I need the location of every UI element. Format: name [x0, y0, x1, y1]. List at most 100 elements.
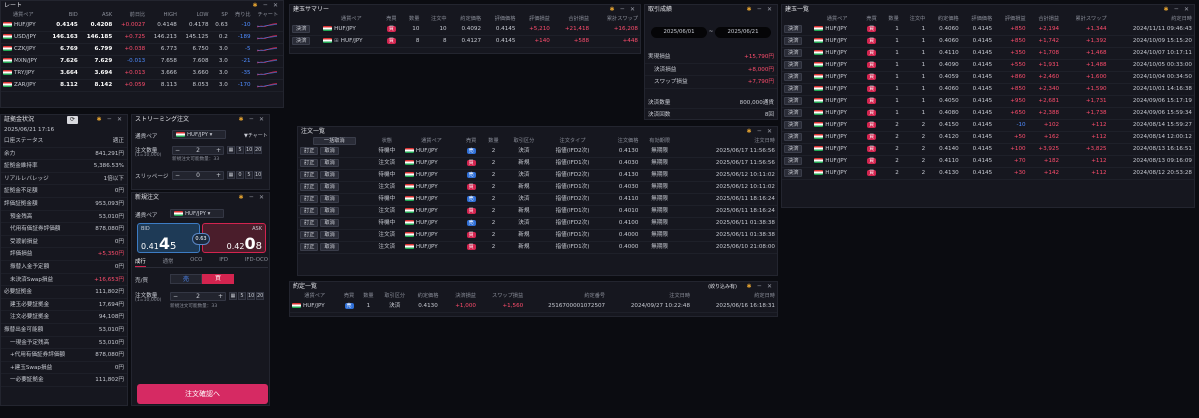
minus-icon[interactable]: − — [173, 172, 180, 180]
qty-input[interactable]: − 2 + — [170, 292, 226, 301]
bid-price[interactable]: 6.769 — [45, 43, 80, 56]
calculator-icon[interactable]: ▦ — [229, 292, 237, 300]
panel-controls[interactable]: ✱ ─ ✕ — [747, 282, 775, 292]
step-10[interactable]: 10 — [247, 292, 255, 300]
modify-button[interactable]: 訂正 — [300, 147, 319, 155]
cancel-button[interactable]: 取消 — [320, 159, 339, 167]
panel-controls[interactable]: ✱ ─ ✕ — [610, 5, 638, 15]
plus-icon[interactable]: + — [218, 293, 225, 301]
gear-icon[interactable]: ✱ — [610, 6, 617, 13]
qty-input[interactable]: − 2 + — [172, 146, 224, 155]
mini-chart-cell[interactable] — [252, 55, 283, 68]
cancel-button[interactable]: 取消 — [320, 183, 339, 191]
calculator-icon[interactable]: ▦ — [227, 146, 235, 154]
step-5[interactable]: 5 — [238, 292, 246, 300]
modify-button[interactable]: 訂正 — [300, 195, 319, 203]
rate-row[interactable]: HUF/JPY 0.4145 0.4208 +0.0027 0.4148 0.4178 0.… — [1, 20, 283, 32]
panel-controls[interactable]: ✱ ─ ✕ — [239, 115, 267, 125]
rate-row[interactable]: CZK/JPY 6.769 6.799 +0.038 6.773 6.750 3.0 -5 — [1, 43, 283, 56]
cancel-button[interactable]: 取消 — [320, 231, 339, 239]
mini-chart-cell[interactable] — [252, 31, 283, 44]
modify-button[interactable]: 訂正 — [300, 231, 319, 239]
bid-price[interactable]: 0.4145 — [45, 20, 80, 32]
cancel-button[interactable]: 取消 — [320, 243, 339, 251]
order-confirm-button[interactable]: 注文確認へ — [137, 384, 268, 404]
rate-row[interactable]: USD/JPY 146.163 146.185 +0.725 146.213 145.12… — [1, 31, 283, 44]
mini-chart-cell[interactable] — [252, 79, 283, 92]
ask-price[interactable]: 8.142 — [79, 79, 115, 92]
settle-button[interactable]: 決済 — [784, 157, 803, 165]
settle-button[interactable]: 決済 — [784, 133, 803, 141]
ask-price[interactable]: 7.629 — [79, 55, 115, 68]
cancel-button[interactable]: 取消 — [320, 147, 339, 155]
gear-icon[interactable]: ✱ — [747, 6, 754, 13]
ask-price[interactable]: 0.4208 — [79, 20, 115, 32]
step-10[interactable]: 10 — [254, 171, 262, 179]
step-10[interactable]: 10 — [245, 146, 253, 154]
date-to[interactable]: 2025/06/21 — [715, 27, 771, 38]
bid-button[interactable]: BID 0.4145 — [137, 223, 200, 253]
order-type-tab[interactable]: 成行 — [135, 257, 146, 267]
ask-button[interactable]: ASK 0.4208 — [202, 223, 266, 253]
calculator-icon[interactable]: ▦ — [227, 171, 235, 179]
settle-button[interactable]: 決済 — [784, 73, 803, 81]
pair-select[interactable]: HUF/JPY ▾ — [172, 130, 226, 139]
bulk-cancel-button[interactable]: 一括取消 — [312, 137, 356, 145]
panel-controls[interactable]: ✱ ─ ✕ — [1164, 5, 1192, 15]
settle-button[interactable]: 決済 — [784, 97, 803, 105]
ask-price[interactable]: 3.694 — [79, 67, 115, 80]
plus-icon[interactable]: + — [216, 172, 223, 180]
sell-toggle[interactable]: 売 — [170, 274, 202, 284]
settle-button[interactable]: 決済 — [784, 25, 803, 33]
settle-button[interactable]: 決済 — [784, 61, 803, 69]
settle-button[interactable]: 決済 — [784, 109, 803, 117]
bid-price[interactable]: 146.163 — [45, 31, 80, 44]
order-type-tab[interactable]: OCO — [190, 257, 202, 267]
mini-chart-cell[interactable] — [252, 20, 283, 32]
slippage-input[interactable]: − 0 + — [172, 171, 224, 180]
mini-chart-cell[interactable] — [252, 43, 283, 56]
settle-button[interactable]: 決済 — [784, 85, 803, 93]
panel-controls[interactable]: ✱ ─ ✕ — [239, 193, 267, 203]
modify-button[interactable]: 訂正 — [300, 219, 319, 227]
plus-icon[interactable]: + — [216, 147, 223, 155]
cancel-button[interactable]: 取消 — [320, 219, 339, 227]
step-5[interactable]: 5 — [236, 146, 244, 154]
cancel-button[interactable]: 取消 — [320, 171, 339, 179]
cancel-button[interactable]: 取消 — [320, 207, 339, 215]
ask-price[interactable]: 6.799 — [79, 43, 115, 56]
order-type-tab[interactable]: 通常 — [163, 257, 174, 267]
settle-button[interactable]: 決済 — [784, 37, 803, 45]
step-20[interactable]: 20 — [256, 292, 264, 300]
modify-button[interactable]: 訂正 — [300, 207, 319, 215]
gear-icon[interactable]: ✱ — [239, 116, 246, 123]
minus-icon[interactable]: − — [171, 293, 178, 301]
panel-controls[interactable]: ✱ ─ ✕ — [253, 1, 281, 11]
panel-controls[interactable]: ✱ ─ ✕ — [747, 127, 775, 137]
gear-icon[interactable]: ✱ — [239, 194, 246, 201]
cancel-button[interactable]: 取消 — [320, 195, 339, 203]
step-0[interactable]: 0 — [236, 171, 244, 179]
minus-icon[interactable]: − — [173, 147, 180, 155]
pair-select[interactable]: HUF/JPY ▾ — [170, 209, 224, 218]
modify-button[interactable]: 訂正 — [300, 159, 319, 167]
step-20[interactable]: 20 — [254, 146, 262, 154]
settle-button[interactable]: 決済 — [784, 121, 803, 129]
rate-row[interactable]: ZAR/JPY 8.112 8.142 +0.059 8.113 8.053 3.0 -170 — [1, 79, 283, 92]
settle-button[interactable]: 決済 — [784, 145, 803, 153]
bid-price[interactable]: 8.112 — [45, 79, 80, 92]
bid-price[interactable]: 3.664 — [45, 67, 80, 80]
settle-button[interactable]: 決済 — [292, 37, 311, 45]
panel-controls[interactable]: ✱ ─ ✕ — [97, 115, 125, 125]
modify-button[interactable]: 訂正 — [300, 183, 319, 191]
gear-icon[interactable]: ✱ — [97, 116, 104, 123]
order-type-tab[interactable]: IFD-OCO — [245, 257, 268, 267]
settle-button[interactable]: 決済 — [292, 25, 311, 33]
modify-button[interactable]: 訂正 — [300, 171, 319, 179]
step-5[interactable]: 5 — [245, 171, 253, 179]
buy-toggle[interactable]: 買 — [202, 274, 234, 284]
order-type-tab[interactable]: IFD — [219, 257, 228, 267]
gear-icon[interactable]: ✱ — [253, 2, 260, 9]
rate-row[interactable]: MXN/JPY 7.626 7.629 -0.013 7.658 7.608 3.0 -21 — [1, 55, 283, 68]
date-from[interactable]: 2025/06/01 — [651, 27, 707, 38]
